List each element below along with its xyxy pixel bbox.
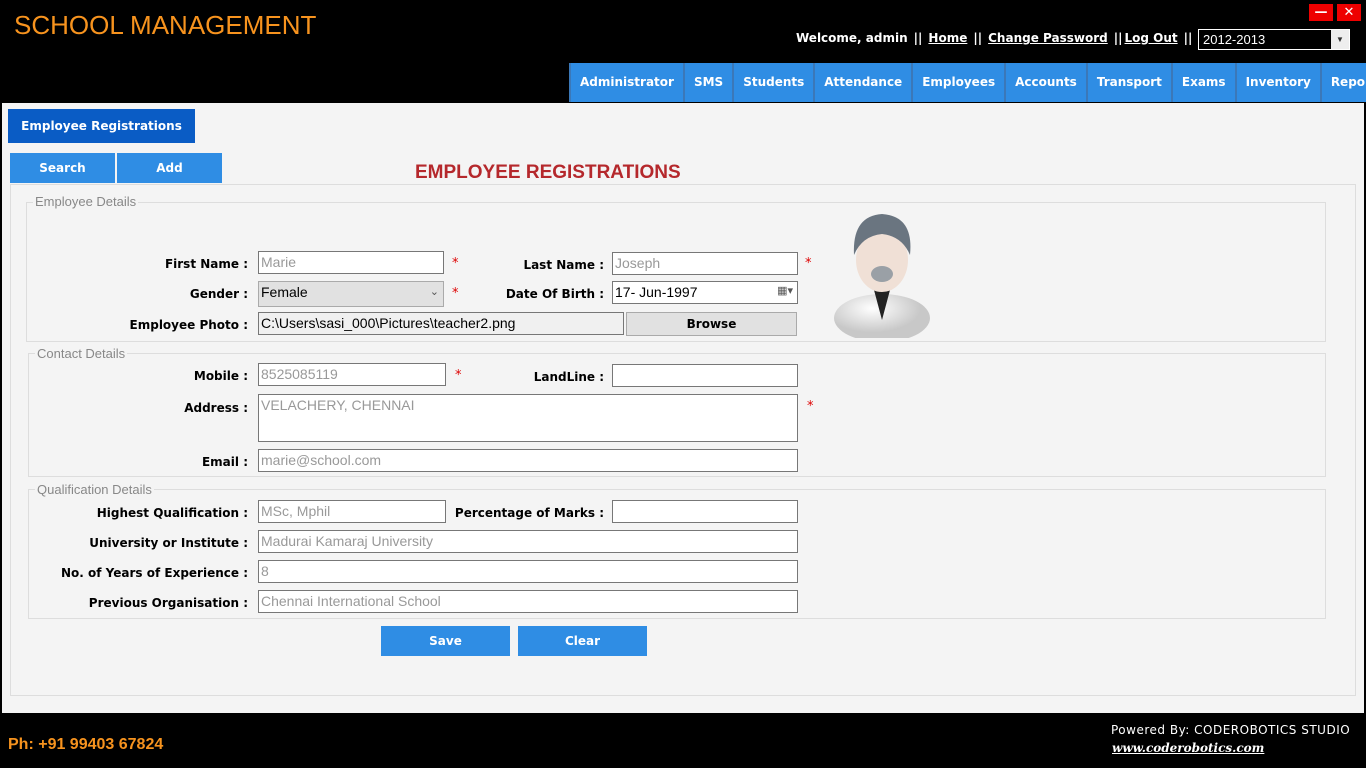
previous-organisation-input[interactable]: Chennai International School [258, 590, 798, 613]
year-value: 2012-2013 [1203, 32, 1266, 47]
nav-students[interactable]: Students [732, 63, 813, 102]
nav-reports[interactable]: Reports [1319, 63, 1366, 102]
gender-select[interactable]: Female ⌄ [258, 281, 444, 307]
nav-inventory[interactable]: Inventory [1234, 63, 1320, 102]
previous-organisation-label: Previous Organisation : [88, 596, 248, 610]
calendar-icon[interactable]: ▦▾ [777, 284, 793, 297]
nav-sms[interactable]: SMS [682, 63, 732, 102]
university-input[interactable]: Madurai Kamaraj University [258, 530, 798, 553]
browse-button[interactable]: Browse [626, 312, 797, 336]
email-label: Email : [201, 455, 248, 469]
first-name-label: First Name : [164, 257, 248, 271]
experience-input[interactable]: 8 [258, 560, 798, 583]
separator: || [913, 31, 923, 45]
percentage-label: Percentage of Marks : [454, 506, 604, 520]
chevron-down-icon: ⌄ [429, 286, 439, 298]
chevron-down-icon: ▼ [1331, 30, 1349, 49]
qualification-details-legend: Qualification Details [35, 482, 154, 497]
logout-link[interactable]: Log Out [1124, 31, 1177, 45]
search-button[interactable]: Search [10, 153, 115, 183]
gender-value: Female [261, 284, 308, 300]
highest-qualification-label: Highest Qualification : [96, 506, 248, 520]
tab-employee-registrations[interactable]: Employee Registrations [8, 109, 195, 143]
gender-label: Gender : [189, 287, 248, 301]
required-mark: * [452, 256, 459, 271]
separator: || [1113, 31, 1123, 45]
year-select[interactable]: 2012-2013 ▼ [1198, 29, 1350, 50]
required-mark: * [807, 399, 814, 414]
dob-picker[interactable]: 17- Jun-1997 ▦▾ [612, 281, 798, 304]
nav-exams[interactable]: Exams [1170, 63, 1235, 102]
required-mark: * [452, 286, 459, 301]
home-link[interactable]: Home [928, 31, 967, 45]
dob-label: Date Of Birth : [505, 287, 604, 301]
last-name-label: Last Name : [523, 258, 604, 272]
email-input[interactable]: marie@school.com [258, 449, 798, 472]
save-button[interactable]: Save [381, 626, 510, 656]
employee-details-legend: Employee Details [33, 194, 139, 209]
add-button[interactable]: Add [117, 153, 222, 183]
employee-photo-label: Employee Photo : [129, 318, 248, 332]
university-label: University or Institute : [89, 536, 248, 550]
separator: || [973, 31, 983, 45]
minimize-button[interactable]: — [1309, 4, 1333, 21]
address-label: Address : [184, 401, 248, 415]
employee-photo-avatar [830, 210, 934, 342]
separator: || [1183, 31, 1193, 45]
contact-details-legend: Contact Details [35, 346, 128, 361]
landline-input[interactable] [612, 364, 798, 387]
page-title: EMPLOYEE REGISTRATIONS [415, 162, 681, 183]
powered-by: Powered By: CODEROBOTICS STUDIO [1111, 723, 1351, 737]
nav-attendance[interactable]: Attendance [813, 63, 911, 102]
main-nav: Administrator SMS Students Attendance Em… [569, 63, 1366, 102]
employee-photo-path[interactable]: C:\Users\sasi_000\Pictures\teacher2.png [258, 312, 624, 335]
last-name-input[interactable]: Joseph [612, 252, 798, 275]
mobile-label: Mobile : [193, 369, 248, 383]
percentage-input[interactable] [612, 500, 798, 523]
mobile-input[interactable]: 8525085119 [258, 363, 446, 386]
required-mark: * [455, 368, 462, 383]
website-link[interactable]: www.coderobotics.com [1112, 741, 1264, 755]
dob-value: 17- Jun-1997 [615, 284, 698, 300]
welcome-text: Welcome, admin [796, 31, 908, 45]
change-password-link[interactable]: Change Password [988, 31, 1108, 45]
address-input[interactable]: VELACHERY, CHENNAI [258, 394, 798, 442]
top-links: Welcome, admin || Home || Change Password || L… [796, 31, 1198, 45]
landline-label: LandLine : [533, 370, 604, 384]
nav-administrator[interactable]: Administrator [569, 63, 683, 102]
experience-label: No. of Years of Experience : [61, 566, 248, 580]
footer-phone: Ph: +91 99403 67824 [8, 736, 164, 753]
close-button[interactable]: ✕ [1337, 4, 1361, 21]
nav-employees[interactable]: Employees [911, 63, 1004, 102]
nav-transport[interactable]: Transport [1085, 63, 1171, 102]
clear-button[interactable]: Clear [518, 626, 647, 656]
highest-qualification-input[interactable]: MSc, Mphil [258, 500, 446, 523]
first-name-input[interactable]: Marie [258, 251, 444, 274]
nav-accounts[interactable]: Accounts [1004, 63, 1086, 102]
app-title: SCHOOL MANAGEMENT [14, 10, 317, 40]
required-mark: * [805, 256, 812, 271]
